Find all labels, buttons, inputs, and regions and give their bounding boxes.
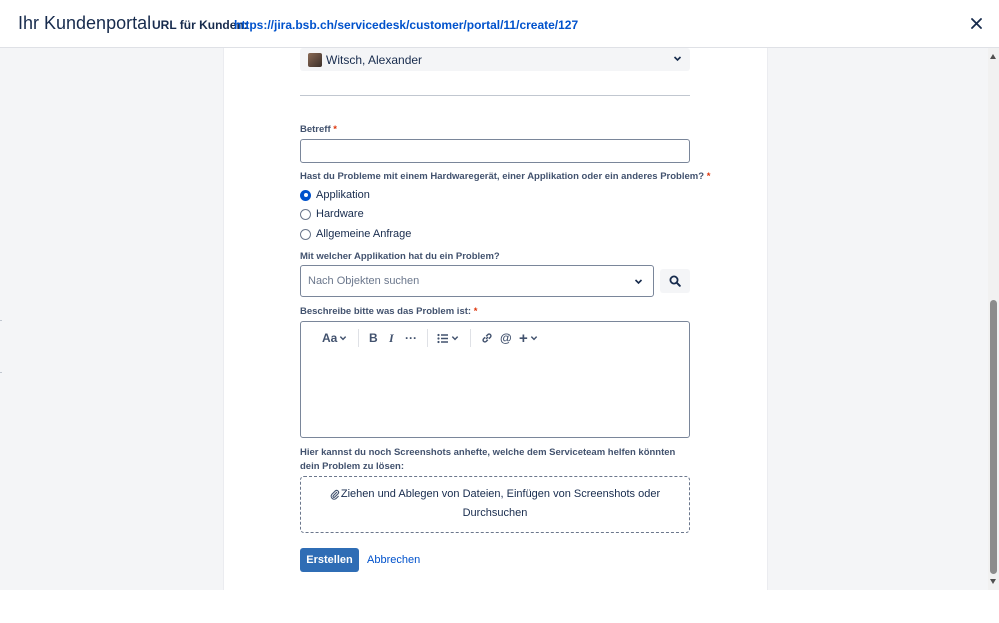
radio-button[interactable] (300, 228, 311, 240)
bullet-list-icon (437, 333, 448, 343)
radio-label: Applikation (316, 189, 370, 201)
avatar (308, 52, 322, 67)
chevron-down-icon (530, 336, 537, 341)
dialog-title: Ihr Kundenportal (18, 13, 152, 33)
cancel-button[interactable]: Abbrechen (367, 554, 420, 566)
scroll-down-icon[interactable] (990, 579, 996, 584)
text-style-label: Aa (322, 331, 338, 345)
radio-applikation[interactable]: Applikation (300, 187, 370, 203)
link-icon (482, 333, 492, 343)
object-search-placeholder: Nach Objekten suchen (308, 275, 420, 287)
file-dropzone[interactable]: Ziehen und Ablegen von Dateien, Einfügen… (300, 476, 690, 533)
footer-area (0, 590, 999, 623)
toolbar-separator (358, 329, 359, 347)
description-label-text: Beschreibe bitte was das Problem ist: (300, 306, 472, 317)
scrollbar-thumb[interactable] (990, 300, 997, 574)
subject-label-text: Betreff (300, 124, 331, 135)
paperclip-icon (330, 489, 340, 500)
scroll-up-icon[interactable] (990, 54, 996, 59)
dialog-header: Ihr Kundenportal URL für Kunden: https:/… (0, 0, 999, 48)
section-divider (300, 95, 690, 96)
dropzone-text-line: Ziehen und Ablegen von Dateien, Einfügen… (340, 488, 661, 500)
radio-button-checked[interactable] (300, 189, 311, 201)
browse-link[interactable]: Durchsuchen (301, 507, 689, 519)
link-button[interactable] (481, 330, 493, 346)
radio-label: Allgemeine Anfrage (316, 228, 412, 240)
create-button[interactable]: Erstellen (300, 548, 359, 572)
list-button[interactable] (437, 330, 459, 346)
bold-button[interactable]: B (369, 330, 378, 346)
close-icon (970, 17, 982, 29)
description-editor[interactable]: Aa B I ··· @ + (300, 321, 690, 438)
application-label: Mit welcher Applikation hat du ein Probl… (300, 251, 500, 262)
chevron-down-icon (340, 336, 347, 341)
text-style-button[interactable]: Aa (322, 330, 347, 346)
object-search-button[interactable] (660, 269, 690, 293)
reporter-name: Witsch, Alexander (326, 52, 423, 67)
radio-button[interactable] (300, 208, 311, 220)
required-mark: * (473, 306, 478, 317)
close-button[interactable] (967, 14, 985, 32)
object-search-select[interactable]: Nach Objekten suchen (300, 265, 654, 297)
description-label: Beschreibe bitte was das Problem ist: * (300, 306, 477, 317)
toolbar-separator (427, 329, 428, 347)
mention-button[interactable]: @ (500, 330, 512, 346)
italic-icon: I (389, 330, 394, 345)
search-icon (669, 275, 681, 287)
dropzone-text: Ziehen und Ablegen von Dateien, Einfügen… (301, 488, 689, 500)
attachments-label: Hier kannst du noch Screenshots anhefte,… (300, 447, 676, 472)
chevron-down-icon (634, 279, 643, 285)
chevron-down-icon (673, 56, 682, 62)
radio-allgemeine-anfrage[interactable]: Allgemeine Anfrage (300, 226, 411, 242)
more-icon: ··· (405, 331, 417, 345)
editor-toolbar: Aa B I ··· @ + (301, 322, 689, 354)
subject-label: Betreff * (300, 124, 337, 135)
divider (0, 320, 2, 321)
radio-hardware[interactable]: Hardware (300, 206, 364, 222)
subject-input[interactable] (300, 139, 690, 163)
italic-button[interactable]: I (389, 330, 394, 346)
mention-icon: @ (500, 331, 512, 345)
divider (0, 372, 2, 373)
problem-type-label-text: Hast du Probleme mit einem Hardwaregerät… (300, 171, 705, 182)
problem-type-label: Hast du Probleme mit einem Hardwaregerät… (300, 171, 710, 182)
more-formatting-button[interactable]: ··· (405, 330, 417, 346)
scrollbar[interactable] (988, 48, 999, 590)
plus-icon: + (519, 329, 528, 347)
bold-icon: B (369, 331, 378, 345)
insert-button[interactable]: + (519, 329, 538, 347)
required-mark: * (333, 124, 337, 135)
radio-label: Hardware (316, 208, 364, 220)
reporter-select[interactable]: Witsch, Alexander (300, 48, 690, 71)
portal-url-link[interactable]: https://jira.bsb.ch/servicedesk/customer… (234, 18, 578, 32)
required-mark: * (706, 171, 711, 182)
chevron-down-icon (451, 336, 459, 341)
toolbar-separator (470, 329, 471, 347)
